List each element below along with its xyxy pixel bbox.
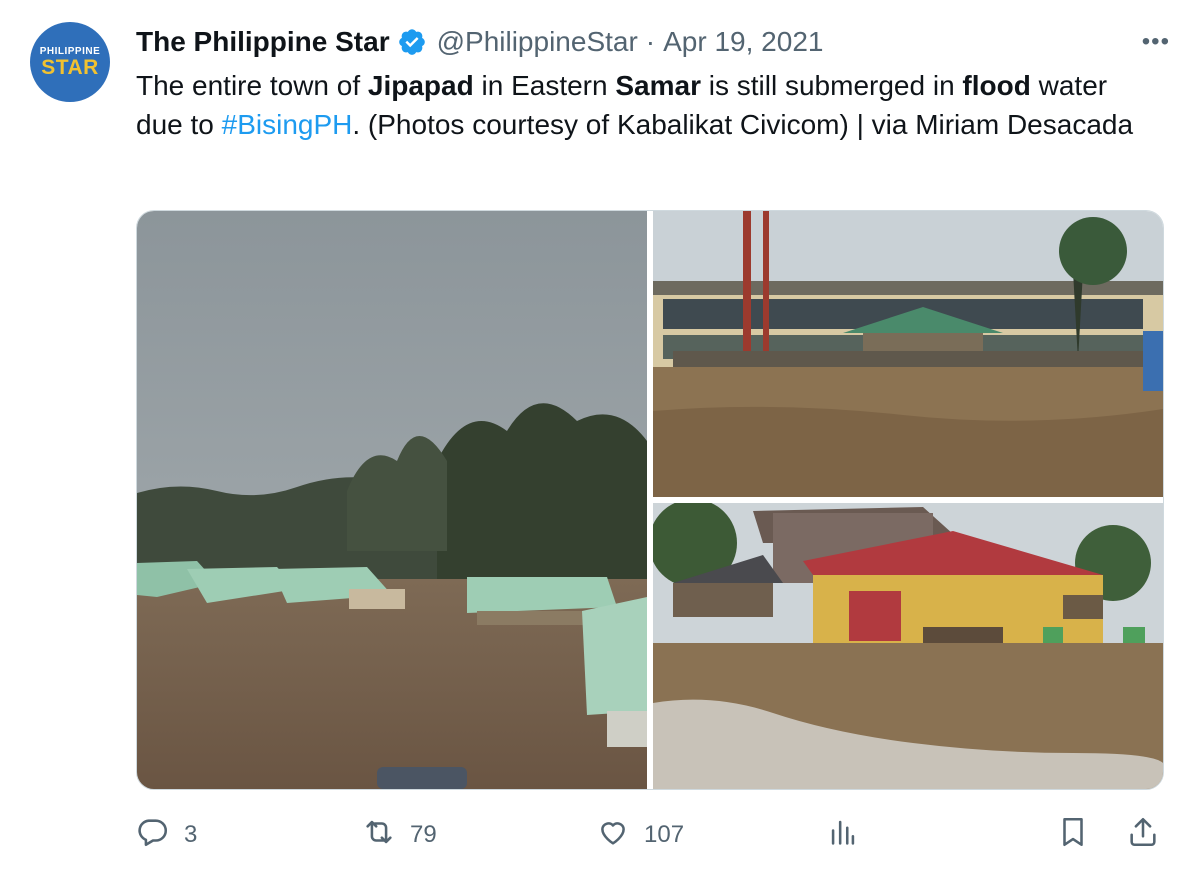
photo-flooded-houses[interactable]: [653, 503, 1163, 789]
like-count: 107: [644, 821, 685, 848]
highlight-jipapad: Jipapad: [367, 70, 474, 101]
tweet-text: The entire town of Jipapad in Eastern Sa…: [136, 66, 1146, 144]
tweet-text-segment: in Eastern: [473, 70, 616, 101]
account-name[interactable]: The Philippine Star: [136, 26, 390, 58]
reply-count: 3: [184, 821, 198, 848]
avatar[interactable]: PHILIPPINE STAR: [30, 22, 110, 102]
analytics-icon: [826, 815, 860, 856]
tweet-header: The Philippine Star @PhilippineStar · Ap…: [136, 24, 1158, 60]
verified-badge-icon[interactable]: [397, 27, 427, 57]
retweet-icon: [362, 815, 396, 856]
retweet-button[interactable]: 79: [362, 812, 437, 858]
photo-flooded-building-gate[interactable]: [653, 211, 1163, 497]
tweet-date[interactable]: Apr 19, 2021: [663, 26, 823, 58]
account-handle[interactable]: @PhilippineStar: [437, 26, 638, 58]
photo-flooded-rooftops[interactable]: [137, 211, 647, 789]
bookmark-button[interactable]: [1056, 812, 1090, 858]
highlight-samar: Samar: [615, 70, 701, 101]
views-button[interactable]: [826, 812, 860, 858]
retweet-count: 79: [410, 821, 437, 848]
avatar-line2: STAR: [41, 56, 99, 79]
separator-dot: ·: [645, 26, 656, 57]
like-button[interactable]: 107: [596, 812, 684, 858]
tweet-actions: 3 79 107: [136, 812, 1166, 858]
tweet-text-segment: The entire town of: [136, 70, 368, 101]
reply-icon: [136, 815, 170, 856]
more-options-icon[interactable]: •••: [1142, 28, 1170, 56]
bookmark-icon: [1056, 815, 1090, 856]
tweet-text-segment: is still submerged in: [700, 70, 963, 101]
hashtag-link[interactable]: #BisingPH: [222, 109, 353, 140]
highlight-flood: flood: [962, 70, 1031, 101]
media-grid: [136, 210, 1164, 790]
reply-button[interactable]: 3: [136, 812, 197, 858]
share-icon: [1126, 815, 1160, 856]
share-button[interactable]: [1126, 812, 1160, 858]
tweet-text-segment: . (Photos courtesy of Kabalikat Civicom)…: [352, 109, 1134, 140]
heart-icon: [596, 815, 630, 856]
